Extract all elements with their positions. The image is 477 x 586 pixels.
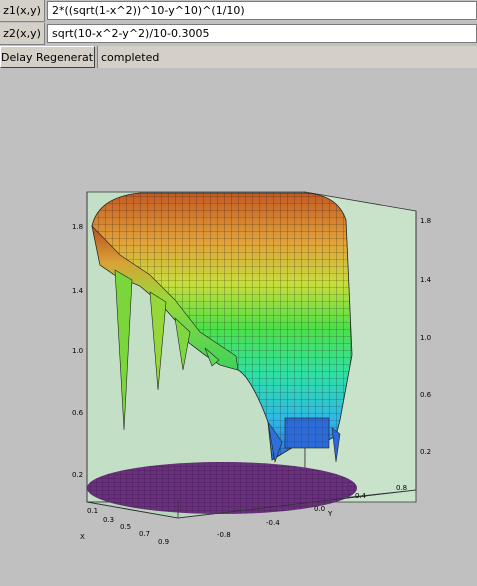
y-axis-tick: 0.4 (355, 492, 367, 500)
y-axis-tick: 0.8 (396, 484, 407, 492)
x-axis-tick: 0.7 (139, 530, 150, 538)
y-axis-tick: 0.0 (314, 505, 325, 513)
y-axis-label: Y (327, 510, 333, 518)
left-axis-tick: 1.8 (72, 223, 83, 231)
x-axis-label: X (80, 533, 85, 541)
right-axis-tick: 1.0 (420, 334, 431, 342)
left-axis: 1.8 1.4 1.0 0.6 0.2 (72, 223, 84, 479)
left-axis-tick: 0.2 (72, 471, 83, 479)
z1-row: z1(x,y) (0, 0, 477, 22)
x-axis-tick: 0.1 (87, 507, 98, 515)
left-axis-tick: 1.0 (72, 347, 83, 355)
z2-input[interactable] (47, 24, 477, 43)
x-axis-tick: 0.3 (103, 516, 114, 524)
z1-label: z1(x,y) (0, 0, 45, 22)
y-axis-tick: -0.4 (266, 519, 280, 527)
x-axis-tick: 0.9 (158, 538, 169, 546)
right-axis-tick: 1.8 (420, 217, 431, 225)
z1-input[interactable] (47, 1, 477, 20)
right-axis-tick: 0.6 (420, 391, 432, 399)
surface-plot[interactable]: 1.8 1.4 1.0 0.6 0.2 1.8 1.4 1.0 0.6 0.2 … (0, 70, 477, 586)
status-text: completed (97, 46, 477, 68)
y-axis-tick: -0.8 (217, 531, 231, 539)
delay-regeneration-button[interactable]: Delay Regeneration (0, 46, 95, 68)
right-axis-tick: 1.4 (420, 276, 432, 284)
left-axis-tick: 0.6 (72, 409, 84, 417)
z2-label: z2(x,y) (0, 23, 45, 45)
left-axis-tick: 1.4 (72, 287, 84, 295)
plot-3d-view[interactable]: 1.8 1.4 1.0 0.6 0.2 1.8 1.4 1.0 0.6 0.2 … (0, 70, 477, 586)
right-axis-tick: 0.2 (420, 448, 431, 456)
right-axis: 1.8 1.4 1.0 0.6 0.2 (420, 217, 432, 456)
z2-row: z2(x,y) (0, 23, 477, 45)
x-axis-tick: 0.5 (120, 523, 131, 531)
status-bar: Delay Regeneration completed (0, 46, 477, 68)
